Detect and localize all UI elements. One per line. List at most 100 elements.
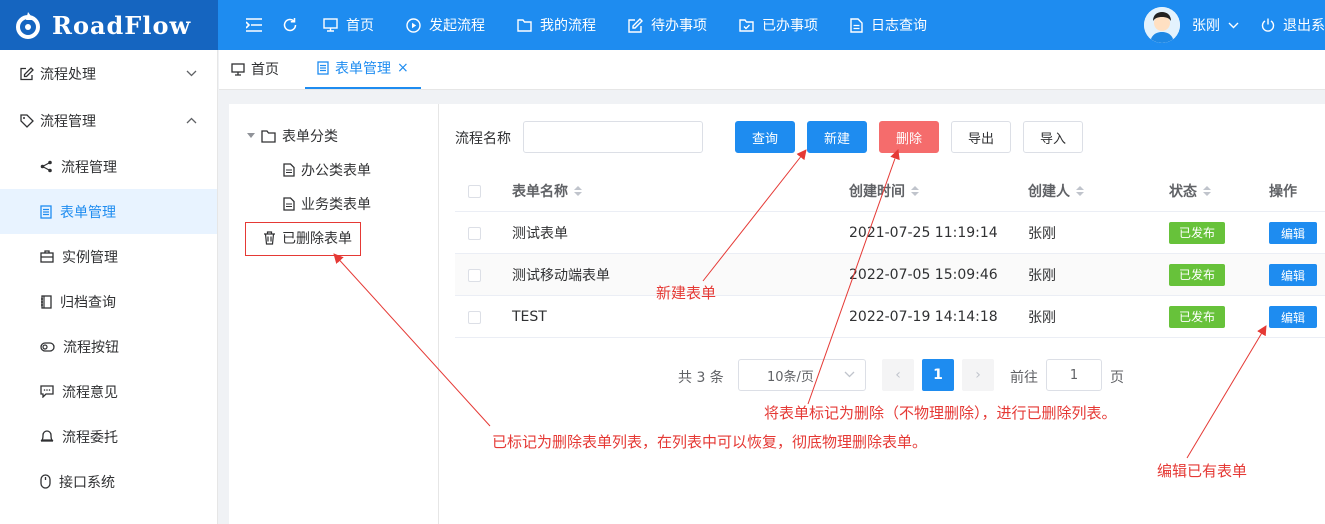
page-1-button[interactable]: 1 xyxy=(922,359,954,391)
sidebar-item-flow-buttons[interactable]: 流程按钮 xyxy=(0,324,217,369)
topnav-log-query[interactable]: 日志查询 xyxy=(835,0,944,50)
sidebar-item-instance-manage[interactable]: 实例管理 xyxy=(0,234,217,279)
sidebar-group-flow-manage[interactable]: 流程管理 xyxy=(0,97,217,144)
row-checkbox[interactable] xyxy=(468,268,481,282)
status-badge: 已发布 xyxy=(1169,306,1226,328)
edit-button[interactable]: 编辑 xyxy=(1269,264,1317,286)
folder-icon xyxy=(517,18,532,32)
top-nav: 首页 发起流程 我的流程 待办事项 已办事项 日志查询 xyxy=(218,0,1144,50)
topnav-done[interactable]: 已办事项 xyxy=(724,0,835,50)
bell-icon xyxy=(40,430,54,442)
goto-label: 前往 xyxy=(1010,370,1038,386)
pagination-total: 共 3 条 xyxy=(678,370,724,386)
briefcase-icon xyxy=(40,250,54,263)
topnav-home[interactable]: 首页 xyxy=(308,0,391,50)
pagination: 共 3 条 10条/页 ‹ 1 › 前往 页 xyxy=(229,359,1325,391)
header-form-name[interactable]: 表单名称 xyxy=(512,170,582,212)
mouse-icon xyxy=(40,474,51,489)
tab-form-manage[interactable]: 表单管理 × xyxy=(305,49,421,89)
tree-node-root[interactable]: 表单分类 xyxy=(247,126,338,146)
topnav-my-flows[interactable]: 我的流程 xyxy=(502,0,613,50)
form-icon xyxy=(40,204,52,219)
edit-button[interactable]: 编辑 xyxy=(1269,222,1317,244)
new-button[interactable]: 新建 xyxy=(807,121,867,153)
header-actions: 操作 xyxy=(1269,184,1297,200)
tree-node-deleted[interactable]: 已删除表单 xyxy=(263,228,352,248)
document-icon xyxy=(850,17,863,33)
tab-home[interactable]: 首页 xyxy=(219,49,291,89)
cell-creator: 张刚 xyxy=(1028,268,1056,284)
cell-form-name: 测试表单 xyxy=(512,226,568,242)
sidebar-group-flow-process[interactable]: 流程处理 xyxy=(0,50,217,97)
folder-check-icon xyxy=(739,18,754,32)
chat-icon xyxy=(40,385,54,398)
category-tree: 表单分类 办公类表单 业务类表单 已删除表单 xyxy=(229,104,439,524)
monitor-icon xyxy=(323,18,338,32)
user-name[interactable]: 张刚 xyxy=(1192,15,1220,35)
sort-icon xyxy=(1076,186,1084,196)
status-badge: 已发布 xyxy=(1169,222,1226,244)
user-area: 张刚 退出系 xyxy=(1144,0,1325,50)
edit-button[interactable]: 编辑 xyxy=(1269,306,1317,328)
cell-form-name: 测试移动端表单 xyxy=(512,268,610,284)
topnav-todo[interactable]: 待办事项 xyxy=(613,0,724,50)
cell-creator: 张刚 xyxy=(1028,310,1056,326)
avatar[interactable] xyxy=(1144,7,1180,43)
close-icon[interactable]: × xyxy=(397,60,409,76)
logo-text: RoadFlow xyxy=(52,10,192,40)
select-all-checkbox[interactable] xyxy=(468,184,481,198)
top-bar: RoadFlow 首页 发起流程 我的流程 待办事项 已办事项 日志查询 张刚 … xyxy=(0,0,1325,50)
table-row: TEST 2022-07-19 14:14:18 张刚 已发布 编辑 xyxy=(455,296,1325,338)
import-button[interactable]: 导入 xyxy=(1023,121,1083,153)
form-icon xyxy=(317,61,329,75)
menu-fold-icon xyxy=(246,18,262,32)
document-icon xyxy=(283,163,295,177)
next-page-button[interactable]: › xyxy=(962,359,994,391)
caret-down-icon xyxy=(247,133,255,138)
sort-icon xyxy=(1203,186,1211,196)
play-circle-icon xyxy=(406,17,421,33)
edit-icon xyxy=(20,66,34,80)
sidebar-item-flow-opinions[interactable]: 流程意见 xyxy=(0,369,217,414)
header-status[interactable]: 状态 xyxy=(1169,170,1211,212)
logout-button[interactable]: 退出系 xyxy=(1261,15,1325,35)
chevron-down-icon[interactable] xyxy=(1228,22,1239,29)
sidebar-item-interface-system[interactable]: 接口系统 xyxy=(0,459,217,504)
flow-name-input[interactable] xyxy=(523,121,703,153)
header-create-time[interactable]: 创建时间 xyxy=(849,170,919,212)
tag-icon xyxy=(20,113,34,128)
cell-create-time: 2021-07-25 11:19:14 xyxy=(849,225,998,241)
page-size-select[interactable]: 10条/页 xyxy=(738,359,866,391)
trash-icon xyxy=(264,231,275,245)
sidebar-item-flow-manage[interactable]: 流程管理 xyxy=(0,144,217,189)
notebook-icon xyxy=(41,294,52,309)
form-table: 表单名称 创建时间 创建人 状态 操作 测试表单 2021-07-25 11:1… xyxy=(455,170,1325,338)
row-checkbox[interactable] xyxy=(468,226,481,240)
table-row: 测试移动端表单 2022-07-05 15:09:46 张刚 已发布 编辑 xyxy=(455,254,1325,296)
prev-page-button[interactable]: ‹ xyxy=(882,359,914,391)
logo[interactable]: RoadFlow xyxy=(0,0,218,50)
delete-button[interactable]: 删除 xyxy=(879,121,939,153)
topnav-start-flow[interactable]: 发起流程 xyxy=(391,0,502,50)
header-creator[interactable]: 创建人 xyxy=(1028,170,1084,212)
refresh-button[interactable] xyxy=(272,0,308,50)
folder-icon xyxy=(261,129,276,143)
sidebar-item-form-manage[interactable]: 表单管理 xyxy=(0,189,217,234)
annotation-new-form: 新建表单 xyxy=(656,284,717,302)
sort-icon xyxy=(911,186,919,196)
query-button[interactable]: 查询 xyxy=(735,121,795,153)
cell-creator: 张刚 xyxy=(1028,226,1056,242)
sidebar-item-archive-query[interactable]: 归档查询 xyxy=(0,279,217,324)
export-button[interactable]: 导出 xyxy=(951,121,1011,153)
row-checkbox[interactable] xyxy=(468,310,481,324)
menu-toggle-button[interactable] xyxy=(236,0,272,50)
page-jump-input[interactable] xyxy=(1046,359,1102,391)
tree-node-office[interactable]: 办公类表单 xyxy=(283,160,371,180)
table-row: 测试表单 2021-07-25 11:19:14 张刚 已发布 编辑 xyxy=(455,212,1325,254)
tree-node-business[interactable]: 业务类表单 xyxy=(283,194,371,214)
page-suffix-label: 页 xyxy=(1110,370,1124,386)
sidebar-item-flow-delegate[interactable]: 流程委托 xyxy=(0,414,217,459)
cell-create-time: 2022-07-05 15:09:46 xyxy=(849,267,998,283)
cell-create-time: 2022-07-19 14:14:18 xyxy=(849,309,998,325)
chevron-up-icon xyxy=(186,117,197,124)
